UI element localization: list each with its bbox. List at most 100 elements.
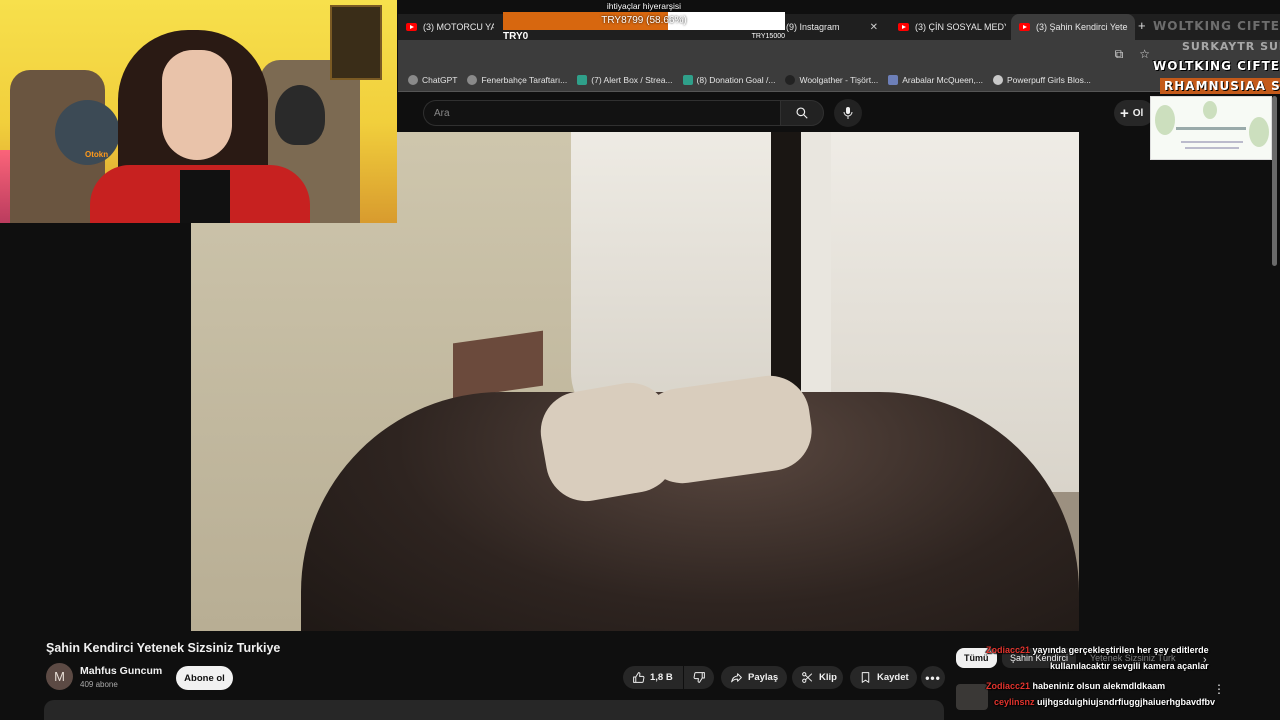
webcam-streamer-top xyxy=(180,170,230,223)
voice-search-button[interactable] xyxy=(834,99,862,127)
chat-message: Zodiacc21 yayında gerçekleştirilen her ş… xyxy=(986,645,1209,655)
clip-button[interactable]: Klip xyxy=(792,666,843,689)
subscribe-button[interactable]: Abone ol xyxy=(176,666,233,690)
bookmark-arabalar[interactable]: Arabalar McQueen,... xyxy=(888,74,983,85)
channel-name[interactable]: Mahfus Guncum xyxy=(80,665,162,677)
close-tab-icon[interactable]: ✕ xyxy=(870,22,878,33)
chat-message: kullanılacaktır sevgili kamera açanlar xyxy=(1050,661,1209,671)
bookmark-label: Arabalar McQueen,... xyxy=(902,74,983,85)
bookmark-powerpuff[interactable]: Powerpuff Girls Blos... xyxy=(992,74,1091,85)
star-icon[interactable]: ☆ xyxy=(1139,47,1150,62)
donation-goal-widget: ihtiyaçlar hiyerarşisi TRY8799 (58.66%) … xyxy=(503,0,785,42)
leaf-decoration xyxy=(1203,101,1217,119)
gift-sub-label: WOLTKING CIFTED X1 xyxy=(1153,19,1280,33)
tab-title: (3) Şahin Kendirci Yete xyxy=(1036,22,1128,32)
chat-username: Zodiacc21 xyxy=(986,681,1031,691)
create-label: Ol xyxy=(1132,107,1144,119)
chat-username: ceylinsnz xyxy=(994,697,1035,707)
streamelements-icon xyxy=(682,74,693,85)
bookmark-chatgpt[interactable]: ChatGPT xyxy=(408,74,458,85)
scissors-icon xyxy=(802,672,813,683)
bookmark-label: Powerpuff Girls Blos... xyxy=(1006,74,1091,85)
gift-sub-label: WOLTKING CIFTED X1 xyxy=(1153,59,1280,73)
tab-cin-sosyal-medya[interactable]: (3) ÇİN SOSYAL MEDY ✕ xyxy=(890,14,1006,40)
leaf-decoration xyxy=(1249,117,1269,147)
description-box[interactable] xyxy=(44,700,944,720)
chat-text: habeniniz olsun alekmdldkaam xyxy=(1032,681,1166,691)
webcam-plush-penguin xyxy=(275,85,325,145)
donation-goal-bar: TRY8799 (58.66%) xyxy=(503,12,785,30)
search-button[interactable] xyxy=(780,100,824,126)
donation-goal-min: TRY0 xyxy=(503,31,529,42)
like-count: 1,8 B xyxy=(650,672,673,683)
bookmark-alert-box[interactable]: (7) Alert Box / Strea... xyxy=(577,74,673,85)
create-button[interactable]: + Ol xyxy=(1114,100,1154,126)
chat-text: yayında gerçekleştirilen her şey editler… xyxy=(1032,645,1209,655)
shop-icon xyxy=(785,74,796,85)
page-icon xyxy=(992,74,1003,85)
install-icon[interactable]: ⧉ xyxy=(1115,47,1124,62)
donation-goal-max: TRY15000 xyxy=(751,33,785,40)
thumbs-up-icon xyxy=(633,672,645,683)
streamelements-icon xyxy=(577,74,588,85)
dislike-button[interactable] xyxy=(684,666,714,689)
bookmark-label: ChatGPT xyxy=(422,74,458,85)
chat-message: Zodiacc21 habeniniz olsun alekmdldkaam xyxy=(986,681,1165,691)
thumbs-down-icon xyxy=(693,672,705,683)
bookmark-label: Woolgather - Tişört... xyxy=(799,74,879,85)
bookmark-icon xyxy=(861,672,870,683)
more-vertical-icon[interactable]: ⋮ xyxy=(1213,682,1225,696)
chat-text: kullanılacaktır sevgili kamera açanlar xyxy=(1050,661,1209,671)
new-tab-plus-icon[interactable]: + xyxy=(1138,18,1146,33)
webcam-wall-frame xyxy=(330,5,382,80)
bookmarks-bar: ChatGPT Fenerbahçe Taraftarı... (7) Aler… xyxy=(398,68,1280,92)
chat-username: Zodiacc21 xyxy=(986,645,1031,655)
video-title: Şahin Kendirci Yetenek Sizsiniz Turkiye xyxy=(46,641,281,655)
address-bar-icons: ⧉ ☆ xyxy=(1115,47,1150,62)
like-button[interactable]: 1,8 B xyxy=(623,666,683,689)
more-actions-button[interactable]: ••• xyxy=(921,666,945,689)
recommended-video-thumbnail[interactable] xyxy=(956,684,988,710)
alert-box-widget xyxy=(1150,96,1272,160)
donation-goal-title: ihtiyaçlar hiyerarşisi xyxy=(606,1,682,11)
tab-title: (3) ÇİN SOSYAL MEDY xyxy=(915,22,1006,32)
alert-text-line xyxy=(1176,127,1246,130)
address-bar[interactable]: ⧉ ☆ xyxy=(398,40,1280,68)
search-input[interactable]: Ara xyxy=(423,100,780,126)
youtube-icon xyxy=(898,23,909,31)
bookmark-donation-goal[interactable]: (8) Donation Goal /... xyxy=(682,74,775,85)
globe-icon xyxy=(467,74,478,85)
webcam-plush-logo: Otokn xyxy=(85,150,109,159)
chat-message: ceylinsnz uijhgsduighiujsndrfiuggjhaiuer… xyxy=(994,697,1215,707)
close-tab-icon[interactable]: ✕ xyxy=(1134,22,1135,33)
plus-icon: + xyxy=(1120,104,1129,122)
youtube-header: Ara + Ol xyxy=(398,92,1280,132)
video-frame-tie xyxy=(801,132,831,392)
search-icon xyxy=(796,107,808,119)
page-icon xyxy=(888,74,899,85)
alert-text-line xyxy=(1185,147,1239,149)
alert-text-line xyxy=(1181,141,1243,143)
tab-sahin-kendirci[interactable]: (3) Şahin Kendirci Yete ✕ xyxy=(1011,14,1135,40)
bookmark-woolgather[interactable]: Woolgather - Tişört... xyxy=(785,74,879,85)
page-scrollbar[interactable] xyxy=(1272,96,1277,266)
channel-avatar[interactable]: M xyxy=(46,663,73,690)
subscriber-count: 409 abone xyxy=(80,680,118,689)
chatgpt-icon xyxy=(408,74,418,85)
tab-motorcu[interactable]: (3) MOTORCU YANAR xyxy=(398,14,494,40)
chat-text: uijhgsduighiujsndrfiuggjhaiuerhgbavdfbv xyxy=(1037,697,1216,707)
bookmark-fenerbahce[interactable]: Fenerbahçe Taraftarı... xyxy=(467,74,567,85)
bookmark-label: (7) Alert Box / Strea... xyxy=(591,74,673,85)
sub-label: RHAMNUSIAA SUB xyxy=(1160,78,1280,94)
share-icon xyxy=(731,673,742,683)
tab-title: (3) MOTORCU YANAR xyxy=(423,22,494,32)
share-label: Paylaş xyxy=(748,672,779,683)
youtube-icon xyxy=(1019,23,1030,31)
leaf-decoration xyxy=(1155,105,1175,135)
screen: (3) MOTORCU YANAR (9) Instagram ✕ (3) Çİ… xyxy=(0,0,1280,720)
webcam-overlay: Otokn xyxy=(0,0,397,223)
share-button[interactable]: Paylaş xyxy=(721,666,787,689)
clip-label: Klip xyxy=(819,672,837,683)
tab-instagram[interactable]: (9) Instagram ✕ xyxy=(778,14,886,40)
save-button[interactable]: Kaydet xyxy=(850,666,917,689)
